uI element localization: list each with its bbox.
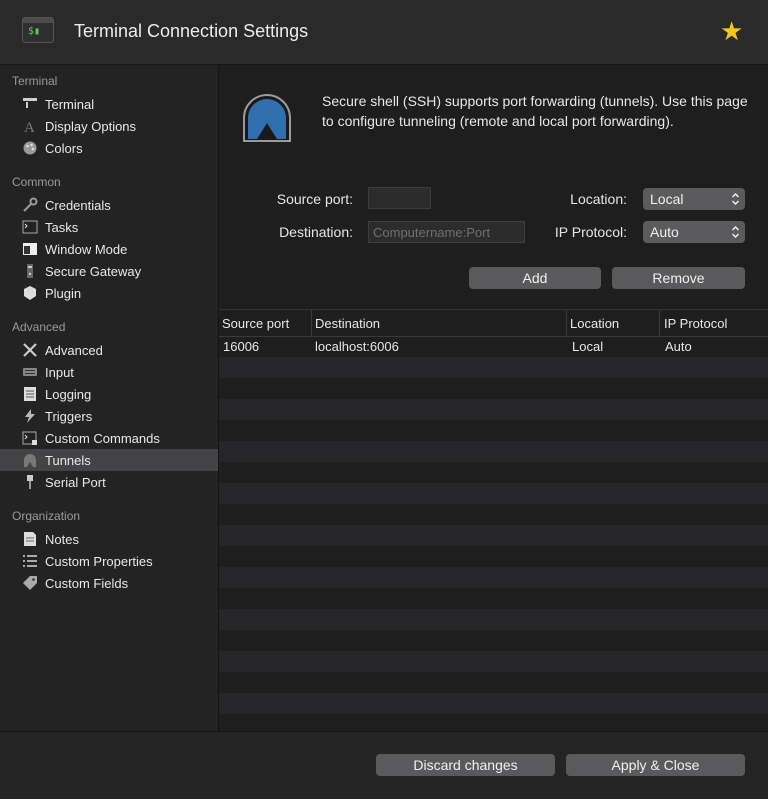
sidebar-item-logging[interactable]: Logging [0,383,218,405]
sidebar-item-label: Colors [45,141,83,156]
sidebar-item-colors[interactable]: Colors [0,137,218,159]
sidebar-item-terminal[interactable]: Terminal [0,93,218,115]
column-header-destination[interactable]: Destination [315,316,380,331]
remove-button[interactable]: Remove [612,267,745,289]
source-port-input[interactable] [368,187,431,209]
destination-label: Destination: [279,224,353,240]
ip-protocol-value: Auto [650,224,679,240]
terminal-app-icon: $▮ [22,17,54,43]
chevron-updown-icon [731,192,740,206]
sidebar-item-label: Custom Properties [45,554,153,569]
sidebar-item-credentials[interactable]: Credentials [0,194,218,216]
sidebar-item-custom-fields[interactable]: Custom Fields [0,572,218,594]
command-icon [22,431,37,445]
location-value: Local [650,191,684,207]
sidebar-section-advanced: Advanced [12,320,66,334]
key-icon [23,197,38,212]
discard-changes-button[interactable]: Discard changes [376,754,555,776]
sidebar-item-window-mode[interactable]: Window Mode [0,238,218,260]
tools-icon [23,343,37,357]
sidebar-item-custom-properties[interactable]: Custom Properties [0,550,218,572]
sidebar-item-label: Window Mode [45,242,128,257]
sidebar: Terminal Terminal A Display Options Colo… [0,65,219,731]
gateway-icon [27,264,33,278]
sidebar-item-label: Credentials [45,198,111,213]
sidebar-item-label: Plugin [45,286,82,301]
plugin-icon [24,286,36,300]
chevron-updown-icon [731,225,740,239]
sidebar-item-label: Secure Gateway [45,264,142,279]
tunnels-panel: Secure shell (SSH) supports port forward… [219,65,768,731]
column-header-location[interactable]: Location [570,316,619,331]
tunnel-icon [24,454,36,467]
footer-bar: Discard changes Apply & Close [0,731,768,799]
sidebar-item-secure-gateway[interactable]: Secure Gateway [0,260,218,282]
apply-close-button[interactable]: Apply & Close [566,754,745,776]
table-header: Source port Destination Location IP Prot… [219,309,768,337]
location-label: Location: [570,191,627,207]
sidebar-item-label: Triggers [45,409,93,424]
sidebar-item-label: Advanced [45,343,103,358]
sidebar-item-advanced[interactable]: Advanced [0,339,218,361]
terminal-icon [23,98,37,108]
palette-icon [23,141,37,155]
sidebar-item-tunnels[interactable]: Tunnels [0,449,218,471]
window-title: Terminal Connection Settings [74,21,309,41]
lightning-icon [25,409,35,423]
notes-icon [24,532,36,546]
sidebar-item-label: Input [45,365,74,380]
serial-port-icon [27,475,33,489]
destination-input[interactable] [368,221,525,243]
ip-protocol-label: IP Protocol: [554,224,627,240]
ip-protocol-select[interactable]: Auto [643,221,745,243]
tunnels-table: Source port Destination Location IP Prot… [219,309,768,731]
font-icon: A [24,120,35,134]
sidebar-item-label: Tunnels [45,453,91,468]
source-port-label: Source port: [276,191,353,207]
sidebar-section-common: Common [12,175,61,189]
log-icon [24,387,36,401]
sidebar-item-plugin[interactable]: Plugin [0,282,218,304]
description-text: Secure shell (SSH) supports port forward… [322,93,748,129]
cell-source-port: 16006 [223,339,260,354]
sidebar-item-label: Tasks [45,220,79,235]
cell-destination: localhost:6006 [315,339,399,354]
sidebar-item-custom-commands[interactable]: Custom Commands [0,427,218,449]
sidebar-item-triggers[interactable]: Triggers [0,405,218,427]
title-bar: $▮ Terminal Connection Settings ★ [0,0,768,65]
tunnel-icon [243,94,291,142]
cell-ip-protocol: Auto [665,339,692,354]
add-button[interactable]: Add [469,267,601,289]
sidebar-item-notes[interactable]: Notes [0,528,218,550]
sidebar-item-label: Serial Port [45,475,106,490]
window-icon [23,243,37,255]
table-row[interactable]: 16006 localhost:6006 Local Auto [219,336,768,357]
sidebar-item-label: Terminal [45,97,95,112]
location-select[interactable]: Local [643,188,745,210]
sidebar-item-label: Custom Fields [45,576,129,591]
sidebar-item-label: Logging [45,387,92,402]
sidebar-item-tasks[interactable]: Tasks [0,216,218,238]
svg-text:A: A [24,120,35,134]
keyboard-icon [23,368,37,376]
sidebar-item-input[interactable]: Input [0,361,218,383]
sidebar-item-display-options[interactable]: A Display Options [0,115,218,137]
sidebar-item-label: Custom Commands [45,431,160,446]
star-icon[interactable]: ★ [720,17,743,45]
sidebar-section-organization: Organization [12,509,81,523]
tasks-icon [22,220,38,234]
tag-icon [23,576,37,590]
cell-location: Local [572,339,604,354]
sidebar-item-label: Notes [45,532,79,547]
column-header-source-port[interactable]: Source port [222,316,289,331]
list-icon [23,555,37,567]
sidebar-section-terminal: Terminal [12,74,58,88]
sidebar-item-label: Display Options [45,119,137,134]
sidebar-item-serial-port[interactable]: Serial Port [0,471,218,493]
column-header-ip-protocol[interactable]: IP Protocol [664,316,727,331]
